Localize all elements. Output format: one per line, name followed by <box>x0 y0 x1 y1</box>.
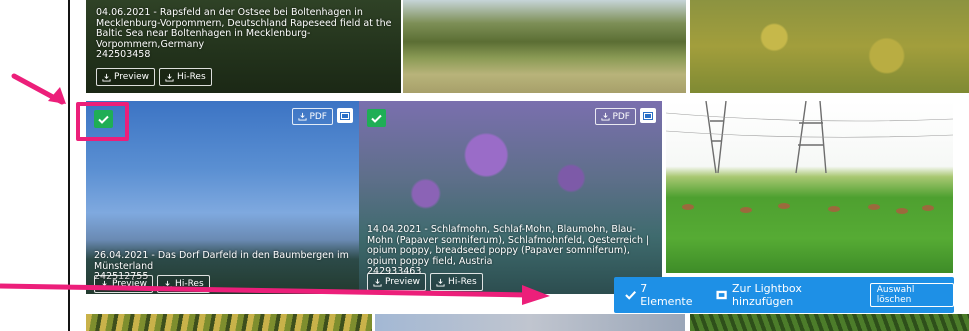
selection-bar: 7 Elemente Zur Lightbox hinzufügen Auswa… <box>614 277 954 313</box>
add-to-lightbox-button[interactable] <box>640 108 656 123</box>
download-icon <box>601 112 611 121</box>
checkmark-icon <box>625 291 637 300</box>
image-tile-landscape[interactable] <box>375 314 685 331</box>
image-thumbnail[interactable] <box>690 314 969 331</box>
image-caption: 04.06.2021 - Rapsfeld an der Ostsee bei … <box>96 7 392 50</box>
download-icon <box>436 278 445 287</box>
power-pylons <box>666 101 953 214</box>
image-thumbnail[interactable] <box>403 0 686 93</box>
pdf-button[interactable]: PDF <box>292 108 333 125</box>
preview-button[interactable]: Preview <box>367 273 427 291</box>
pdf-button[interactable]: PDF <box>595 108 636 125</box>
download-icon <box>373 278 382 287</box>
lightbox-icon <box>716 290 727 300</box>
image-id: 242503458 <box>96 49 151 60</box>
hires-button[interactable]: Hi-Res <box>159 68 212 86</box>
image-thumbnail[interactable] <box>375 314 685 331</box>
checkmark-icon <box>371 114 382 123</box>
image-tile-poppy[interactable]: PDF 14.04.2021 - Schlafmohn, Schlaf-Mohn… <box>359 101 662 294</box>
add-to-lightbox-button[interactable] <box>337 108 353 123</box>
image-tile-rapeseed-1[interactable]: 04.06.2021 - Rapsfeld an der Ostsee bei … <box>86 0 401 93</box>
download-icon <box>165 73 174 82</box>
selection-count: 7 Elemente <box>625 282 699 308</box>
hires-button[interactable]: Hi-Res <box>157 275 210 293</box>
image-caption: 14.04.2021 - Schlafmohn, Schlaf-Mohn, Bl… <box>367 224 650 267</box>
image-tile-deer-field[interactable] <box>666 101 953 273</box>
image-tile-rapeseed-2[interactable] <box>690 0 969 93</box>
image-tile-crops[interactable] <box>690 314 969 331</box>
add-to-lightbox-link[interactable]: Zur Lightbox hinzufügen <box>716 282 858 308</box>
image-tile-plants[interactable] <box>86 314 372 331</box>
download-icon <box>163 280 172 289</box>
image-tile-trees-field[interactable] <box>403 0 686 93</box>
preview-button[interactable]: Preview <box>96 68 156 86</box>
clear-selection-button[interactable]: Auswahl löschen <box>869 283 954 307</box>
image-thumbnail[interactable] <box>690 0 969 93</box>
lightbox-icon <box>643 111 653 120</box>
download-icon <box>298 112 308 121</box>
image-thumbnail[interactable] <box>86 314 372 331</box>
annotation-highlight-box <box>76 102 129 141</box>
lightbox-icon <box>340 111 350 120</box>
download-icon <box>100 280 109 289</box>
selected-checkbox[interactable] <box>367 109 386 127</box>
hires-button[interactable]: Hi-Res <box>430 273 483 291</box>
download-icon <box>102 73 111 82</box>
image-caption: 26.04.2021 - Das Dorf Darfeld in den Bau… <box>94 250 349 272</box>
preview-button[interactable]: Preview <box>94 275 154 293</box>
